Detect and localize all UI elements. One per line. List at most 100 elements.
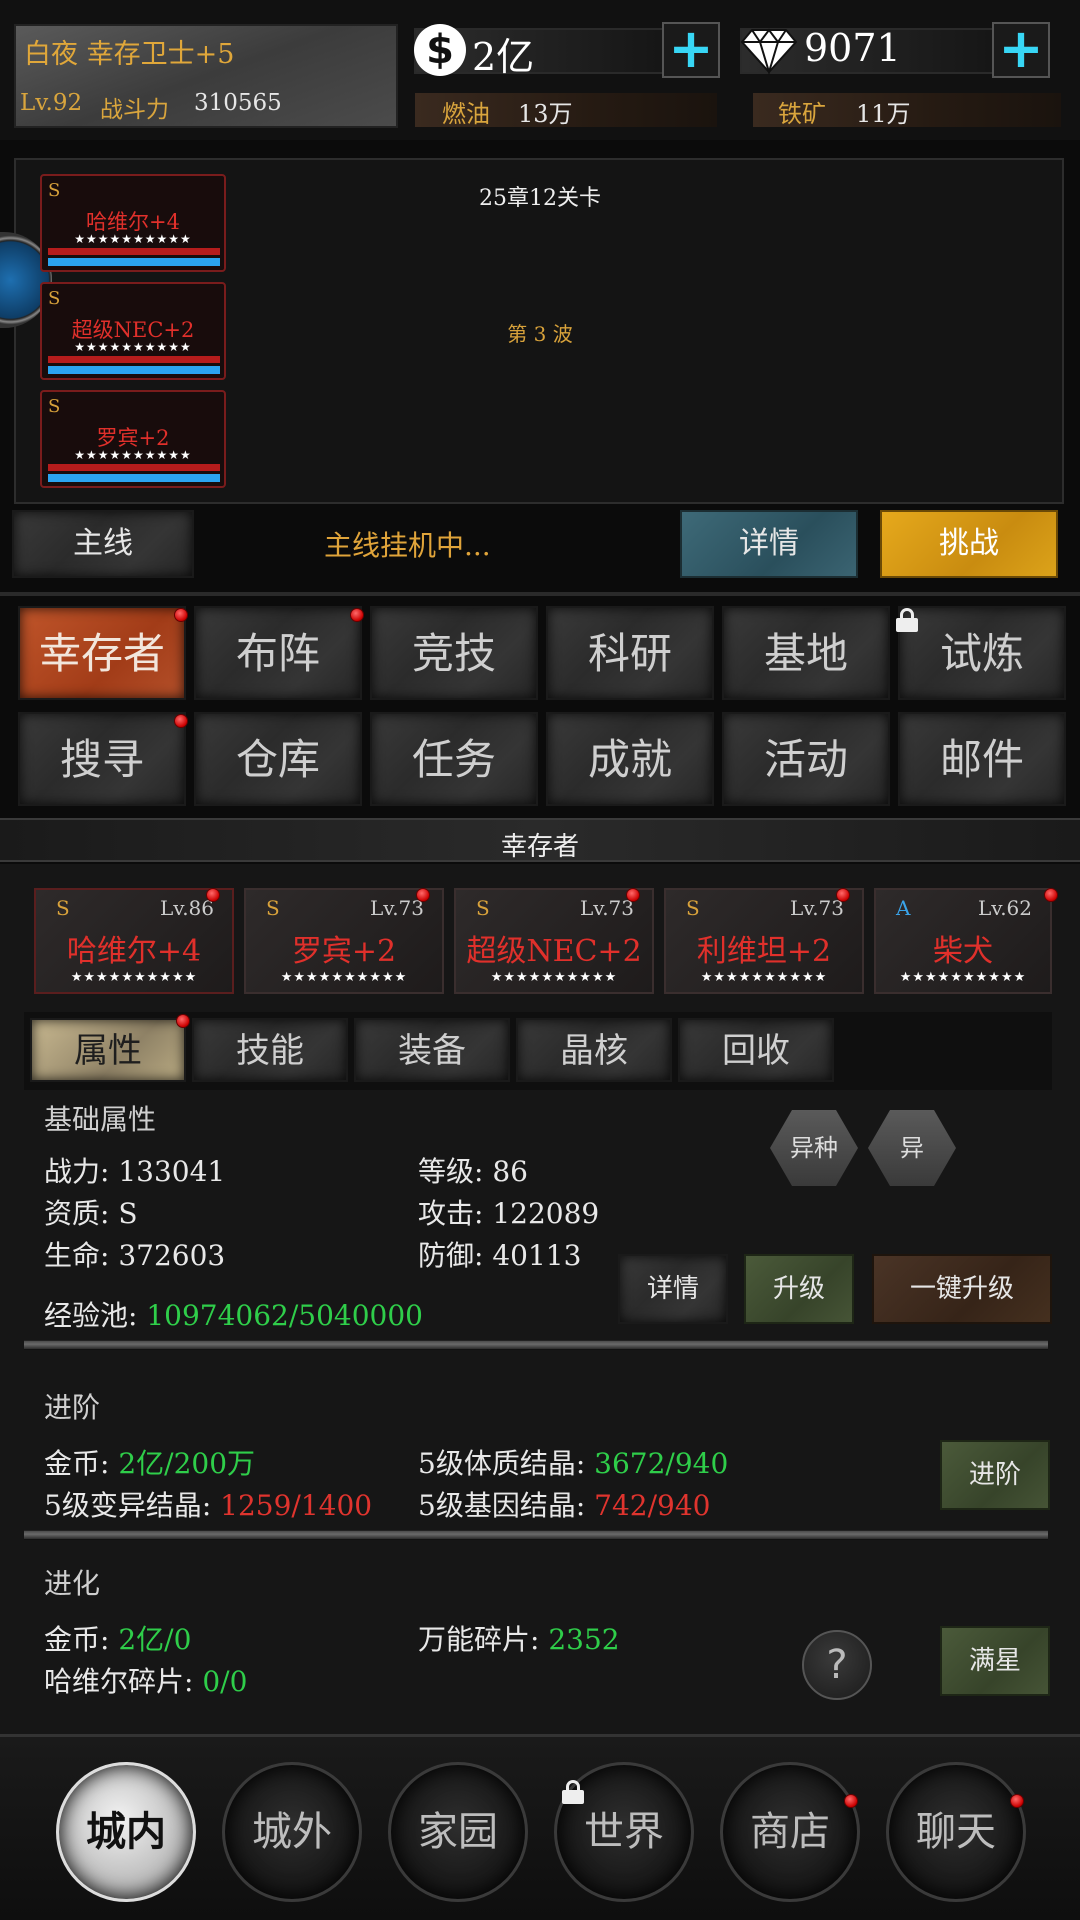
nav-outskirts[interactable]: 城外 [222, 1762, 362, 1902]
menu-quests[interactable]: 任务 [370, 712, 538, 806]
add-gem-button[interactable]: + [992, 22, 1050, 78]
iron-value: 11万 [856, 100, 911, 128]
menu-label: 基地 [763, 629, 848, 678]
crystal-label: 5级体质结晶: [418, 1447, 595, 1480]
hero-tab[interactable]: S Lv.86 哈维尔+4 ★★★★★★★★★★ [34, 888, 234, 994]
hero-tab[interactable]: A Lv.62 柴犬 ★★★★★★★★★★ [874, 888, 1052, 994]
hero-name: 柴犬 [933, 934, 993, 969]
details-button[interactable]: 详情 [680, 510, 858, 578]
defense-stat: 防御: 40113 [418, 1239, 582, 1272]
notification-dot [176, 1014, 190, 1028]
tab-recycle[interactable]: 回收 [678, 1018, 834, 1082]
hero-shards: 哈维尔碎片: 0/0 [44, 1660, 247, 1700]
player-level: Lv.92 [20, 90, 83, 116]
nav-label: 城外 [252, 1809, 332, 1855]
gold-progress: 2亿/0 [118, 1623, 192, 1656]
tab-crystal-core[interactable]: 晶核 [516, 1018, 672, 1082]
menu-mail[interactable]: 邮件 [898, 712, 1066, 806]
advance-button[interactable]: 进阶 [940, 1440, 1050, 1510]
hp-stat: 生命: 372603 [44, 1239, 226, 1272]
nav-chat[interactable]: 聊天 [886, 1762, 1026, 1902]
crystal-progress: 742/940 [594, 1489, 711, 1522]
fragment-value: 2352 [548, 1623, 620, 1656]
team-hero-card: S 超级NEC+2 ★★★★★★★★★★ [40, 282, 226, 380]
hp-bar [48, 356, 220, 363]
menu-label: 邮件 [939, 735, 1024, 784]
notification-dot [416, 888, 430, 902]
attr-details-button[interactable]: 详情 [618, 1254, 728, 1324]
mainline-button[interactable]: 主线 [12, 510, 194, 578]
notification-dot [350, 608, 364, 622]
menu-events[interactable]: 活动 [722, 712, 890, 806]
diamond-icon [740, 26, 798, 76]
power-stat: 战力: 133041 [44, 1155, 226, 1188]
hero-level: Lv.73 [579, 896, 634, 920]
hero-tab[interactable]: S Lv.73 利维坦+2 ★★★★★★★★★★ [664, 888, 864, 994]
help-icon[interactable]: ? [802, 1630, 872, 1700]
menu-label: 任务 [411, 735, 496, 784]
tab-equipment[interactable]: 装备 [354, 1018, 510, 1082]
hero-name: 利维坦+2 [696, 934, 832, 969]
nav-shop[interactable]: 商店 [720, 1762, 860, 1902]
tab-label: 装备 [398, 1031, 466, 1071]
max-star-button[interactable]: 满星 [940, 1626, 1050, 1696]
menu-trial[interactable]: 试炼 [898, 606, 1066, 700]
upgrade-button[interactable]: 升级 [744, 1254, 854, 1324]
menu-research[interactable]: 科研 [546, 606, 714, 700]
gold-label: 金币: [44, 1623, 119, 1656]
hero-tab[interactable]: S Lv.73 罗宾+2 ★★★★★★★★★★ [244, 888, 444, 994]
crystal-label: 5级基因结晶: [418, 1489, 595, 1522]
menu-search[interactable]: 搜寻 [18, 712, 186, 806]
hp-bar [48, 248, 220, 255]
nav-homeland[interactable]: 家园 [388, 1762, 528, 1902]
menu-label: 竞技 [411, 629, 496, 678]
menu-survivors[interactable]: 幸存者 [18, 606, 186, 700]
menu-warehouse[interactable]: 仓库 [194, 712, 362, 806]
lock-icon [896, 608, 918, 632]
evolve-gold: 金币: 2亿/0 [44, 1618, 191, 1658]
nav-label: 商店 [750, 1809, 830, 1855]
menu-formation[interactable]: 布阵 [194, 606, 362, 700]
hero-stars: ★★★★★★★★★★ [700, 970, 828, 985]
tab-label: 回收 [722, 1031, 790, 1071]
exp-value: 10974062/5040000 [146, 1299, 423, 1332]
notification-dot [174, 608, 188, 622]
energy-bar [48, 474, 220, 482]
hero-grade: S [48, 288, 61, 309]
shard-value: 0/0 [202, 1665, 248, 1698]
fuel-label: 燃油 [442, 100, 490, 128]
hero-level: Lv.73 [789, 896, 844, 920]
power-label: 战斗力 [100, 97, 169, 123]
menu-achievements[interactable]: 成就 [546, 712, 714, 806]
nav-city[interactable]: 城内 [56, 1762, 196, 1902]
menu-label: 布阵 [235, 629, 320, 678]
divider [24, 1530, 1048, 1540]
menu-label: 活动 [763, 735, 848, 784]
section-title: 幸存者 [500, 832, 579, 862]
hero-name: 超级NEC+2 [466, 934, 642, 969]
tab-skills[interactable]: 技能 [192, 1018, 348, 1082]
fuel-value: 13万 [518, 100, 573, 128]
quality-stat: 资质: S [44, 1197, 138, 1230]
menu-arena[interactable]: 竞技 [370, 606, 538, 700]
gold-value: 2亿 [472, 35, 535, 79]
hero-name: 哈维尔+4 [66, 934, 202, 969]
lock-icon [562, 1780, 584, 1804]
challenge-button[interactable]: 挑战 [880, 510, 1058, 578]
hero-tab[interactable]: S Lv.73 超级NEC+2 ★★★★★★★★★★ [454, 888, 654, 994]
advance-gold: 金币: 2亿/200万 [44, 1442, 255, 1482]
hero-grade: S [56, 896, 70, 920]
menu-base[interactable]: 基地 [722, 606, 890, 700]
hero-stars: ★★★★★★★★★★ [899, 970, 1027, 985]
tab-attributes[interactable]: 属性 [30, 1018, 186, 1082]
tab-label: 晶核 [560, 1031, 628, 1071]
menu-label: 试炼 [939, 629, 1024, 678]
gene-crystal: 5级基因结晶: 742/940 [418, 1484, 710, 1524]
hero-level: Lv.62 [977, 896, 1032, 920]
one-click-upgrade-button[interactable]: 一键升级 [872, 1254, 1052, 1324]
energy-bar [48, 258, 220, 266]
notification-dot [1010, 1794, 1024, 1808]
player-panel[interactable]: 白夜 幸存卫士+5 Lv.92 战斗力 310565 [14, 24, 398, 128]
nav-label: 聊天 [916, 1809, 996, 1855]
add-gold-button[interactable]: + [662, 22, 720, 78]
